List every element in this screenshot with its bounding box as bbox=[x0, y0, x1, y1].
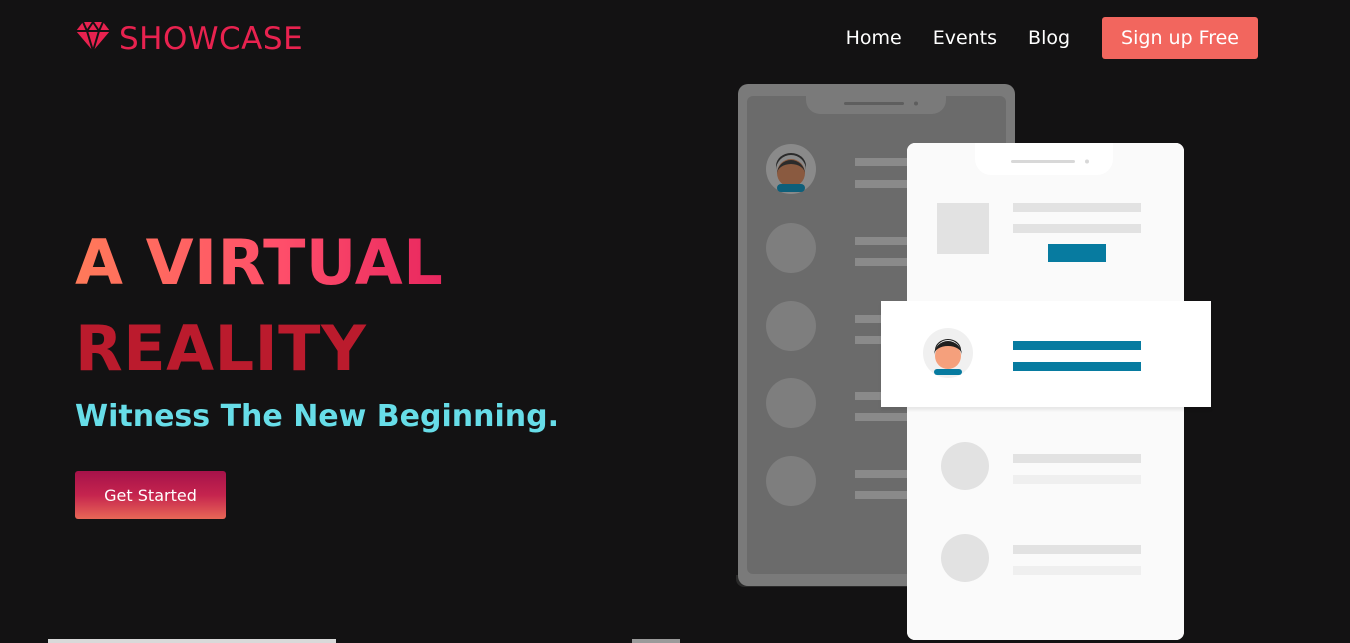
scrollbar-thumb[interactable] bbox=[632, 639, 680, 643]
main-nav: Home Events Blog Sign up Free bbox=[846, 17, 1258, 59]
scrollbar-track bbox=[48, 639, 336, 643]
nav-events-link[interactable]: Events bbox=[933, 27, 997, 49]
hero-title-line1: A VIRTUAL bbox=[75, 220, 443, 306]
diamond-icon bbox=[75, 20, 111, 57]
logo-text: SHOWCASE bbox=[119, 20, 304, 57]
get-started-button[interactable]: Get Started bbox=[75, 471, 226, 519]
hero-title-line2: REALITY bbox=[75, 312, 367, 385]
highlighted-card bbox=[881, 301, 1211, 407]
hero-title: A VIRTUAL REALITY bbox=[75, 220, 443, 392]
nav-home-link[interactable]: Home bbox=[846, 27, 902, 49]
hero-tagline: Witness The New Beginning. bbox=[75, 399, 559, 434]
nav-blog-link[interactable]: Blog bbox=[1028, 27, 1070, 49]
logo[interactable]: SHOWCASE bbox=[75, 20, 303, 57]
signup-button[interactable]: Sign up Free bbox=[1102, 17, 1258, 59]
